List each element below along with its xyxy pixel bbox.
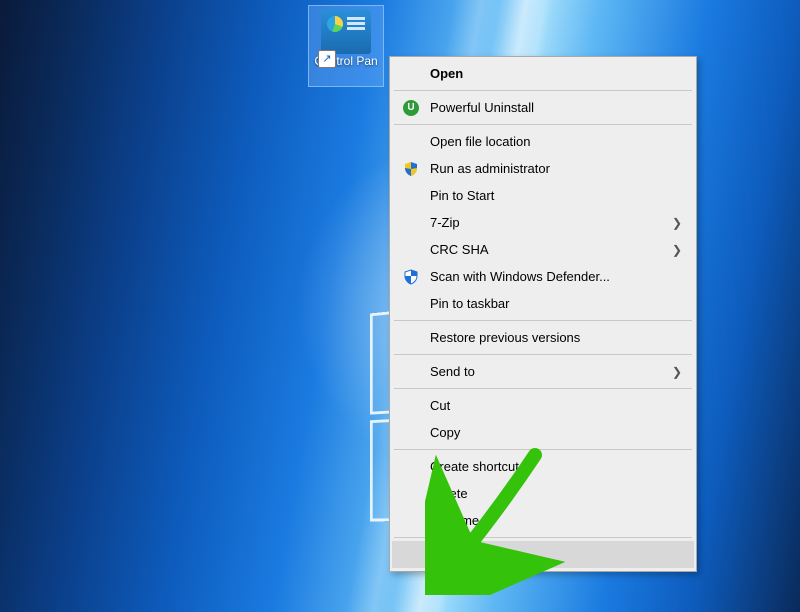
menu-item-label: Scan with Windows Defender...	[430, 269, 610, 284]
context-menu: Open U Powerful Uninstall Open file locatio…	[389, 56, 697, 572]
menu-item-copy[interactable]: Copy	[392, 419, 694, 446]
menu-item-seven-zip[interactable]: 7-Zip ❯	[392, 209, 694, 236]
menu-item-label: Cut	[430, 398, 450, 413]
menu-item-label: Properties	[430, 547, 489, 562]
menu-item-label: Delete	[430, 486, 468, 501]
menu-separator	[394, 354, 692, 355]
menu-item-pin-to-taskbar[interactable]: Pin to taskbar	[392, 290, 694, 317]
menu-separator	[394, 124, 692, 125]
chevron-right-icon: ❯	[672, 365, 682, 379]
control-panel-shortcut[interactable]: ↗ Control Pan	[308, 5, 384, 87]
chevron-right-icon: ❯	[672, 243, 682, 257]
desktop-wallpaper: ↗ Control Pan OpenUPowerful UninstallOpe…	[0, 0, 800, 612]
menu-item-scan-defender[interactable]: Scan with Windows Defender...	[392, 263, 694, 290]
defender-shield-icon	[402, 268, 420, 286]
menu-item-label: Restore previous versions	[430, 330, 580, 345]
menu-item-label: Powerful Uninstall	[430, 100, 534, 115]
uninstall-icon: U	[402, 99, 420, 117]
menu-item-open[interactable]: Open	[392, 60, 694, 87]
menu-item-open-file-location[interactable]: Open file location	[392, 128, 694, 155]
menu-item-powerful-uninstall[interactable]: U Powerful Uninstall	[392, 94, 694, 121]
menu-separator	[394, 537, 692, 538]
shortcut-overlay-icon: ↗	[318, 50, 336, 68]
menu-item-label: CRC SHA	[430, 242, 489, 257]
menu-item-pin-to-start[interactable]: Pin to Start	[392, 182, 694, 209]
menu-item-send-to[interactable]: Send to ❯	[392, 358, 694, 385]
menu-item-label: Send to	[430, 364, 475, 379]
menu-item-delete[interactable]: Delete	[392, 480, 694, 507]
menu-item-label: Open file location	[430, 134, 530, 149]
menu-item-rename[interactable]: Rename	[392, 507, 694, 534]
menu-item-create-shortcut[interactable]: Create shortcut	[392, 453, 694, 480]
menu-item-label: Run as administrator	[430, 161, 550, 176]
menu-item-crc-sha[interactable]: CRC SHA ❯	[392, 236, 694, 263]
menu-item-label: Rename	[430, 513, 479, 528]
control-panel-icon	[321, 10, 371, 54]
chevron-right-icon: ❯	[672, 216, 682, 230]
menu-item-label: 7-Zip	[430, 215, 460, 230]
menu-item-label: Pin to taskbar	[430, 296, 510, 311]
menu-separator	[394, 320, 692, 321]
menu-item-properties[interactable]: Properties	[392, 541, 694, 568]
menu-item-label: Copy	[430, 425, 460, 440]
menu-item-label: Pin to Start	[430, 188, 494, 203]
menu-separator	[394, 90, 692, 91]
menu-item-label: Open	[430, 66, 463, 81]
menu-item-label: Create shortcut	[430, 459, 519, 474]
menu-item-cut[interactable]: Cut	[392, 392, 694, 419]
menu-separator	[394, 449, 692, 450]
menu-item-restore-versions[interactable]: Restore previous versions	[392, 324, 694, 351]
uac-shield-icon	[402, 160, 420, 178]
menu-separator	[394, 388, 692, 389]
menu-item-run-as-admin[interactable]: Run as administrator	[392, 155, 694, 182]
